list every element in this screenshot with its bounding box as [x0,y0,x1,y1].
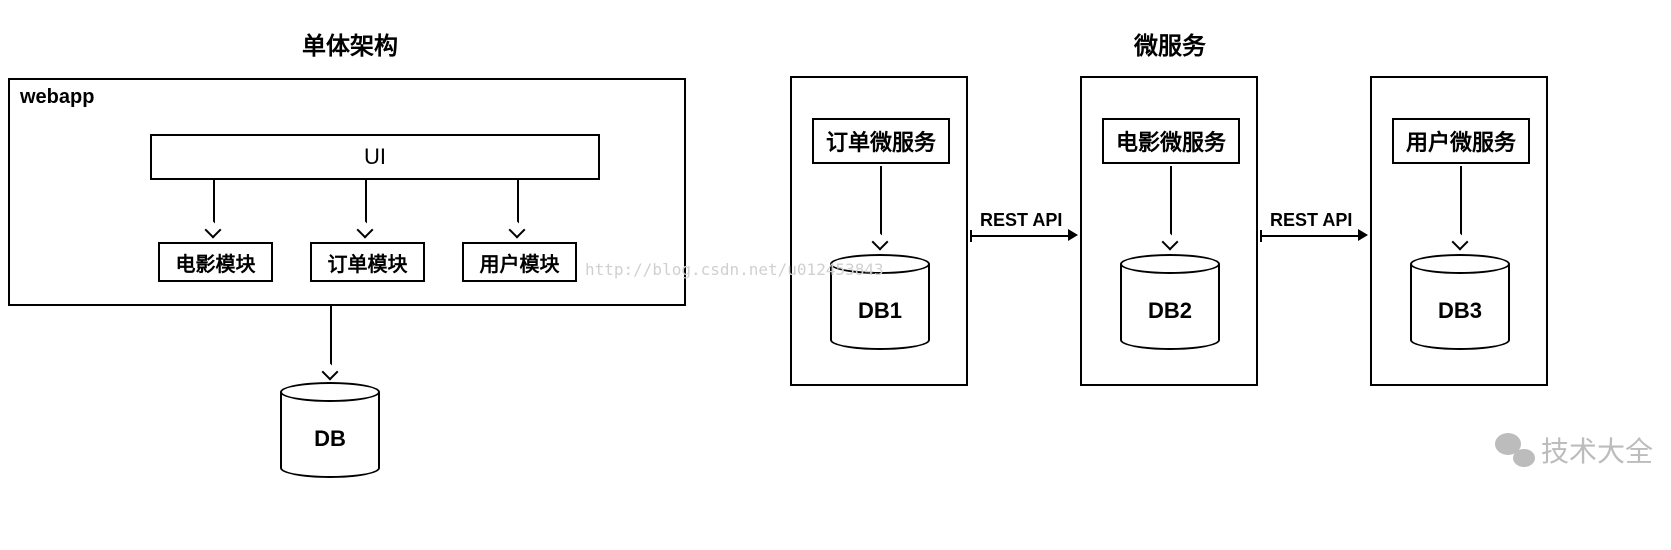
module-movie: 电影模块 [158,242,273,282]
arrow-ui-to-user [517,180,519,234]
arrow-movie-to-db2 [1170,166,1172,246]
watermark-wechat-text: 技术大全 [1541,430,1653,470]
watermark-csdn: http://blog.csdn.net/u012453843 [585,260,884,279]
wechat-icon [1495,433,1535,467]
monolith-title: 单体架构 [120,26,580,61]
module-order: 订单模块 [310,242,425,282]
webapp-label: webapp [20,86,94,109]
microservice-unit-user: 用户微服务 DB3 [1370,76,1548,386]
monolith-db-label: DB [280,426,380,452]
db3-label: DB3 [1410,298,1510,324]
monolith-db: DB [280,382,380,478]
rest-label-2: REST API [1270,210,1352,231]
microservice-title: 微服务 [940,26,1400,61]
rest-label-1: REST API [980,210,1062,231]
db2-label: DB2 [1120,298,1220,324]
module-user: 用户模块 [462,242,577,282]
arrow-order-to-db1 [880,166,882,246]
service-order-title: 订单微服务 [812,118,950,164]
arrow-webapp-to-db [330,306,332,376]
service-user-title: 用户微服务 [1392,118,1530,164]
db3: DB3 [1410,254,1510,350]
watermark-wechat: 技术大全 [1495,430,1653,470]
db2: DB2 [1120,254,1220,350]
service-movie-title: 电影微服务 [1102,118,1240,164]
arrow-user-to-db3 [1460,166,1462,246]
ui-box: UI [150,134,600,180]
arrow-ui-to-order [365,180,367,234]
db1-label: DB1 [830,298,930,324]
microservice-unit-movie: 电影微服务 DB2 [1080,76,1258,386]
microservice-unit-order: 订单微服务 DB1 [790,76,968,386]
arrow-ui-to-movie [213,180,215,234]
